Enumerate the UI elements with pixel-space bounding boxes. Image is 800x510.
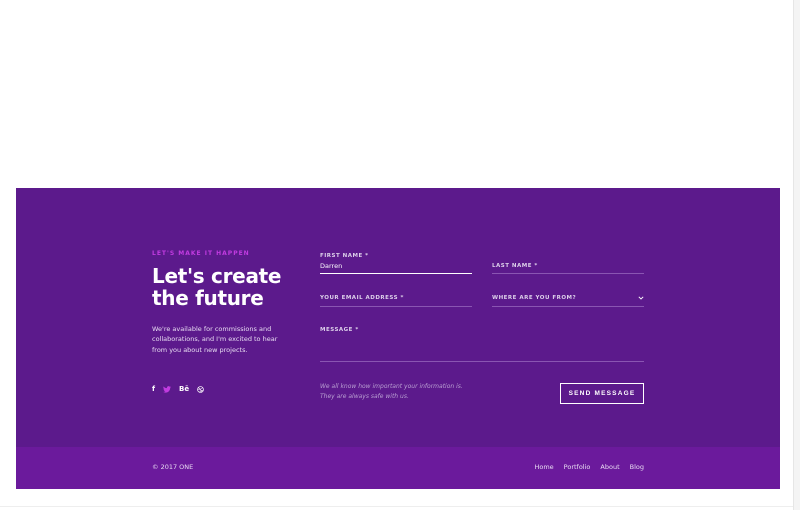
page-divider xyxy=(0,506,793,507)
footer-link-blog[interactable]: Blog xyxy=(630,463,644,471)
first-name-label: FIRST NAME * xyxy=(320,253,369,259)
first-name-input[interactable]: Darren xyxy=(320,262,342,270)
facebook-icon[interactable]: f xyxy=(152,384,155,394)
chevron-down-icon[interactable] xyxy=(637,294,645,302)
intro-text: We're available for commissions and coll… xyxy=(152,325,278,354)
email-input[interactable] xyxy=(320,306,472,307)
last-name-input[interactable] xyxy=(492,273,644,274)
twitter-icon[interactable] xyxy=(163,384,172,394)
footer-nav: Home Portfolio About Blog xyxy=(524,463,644,471)
last-name-label[interactable]: LAST NAME * xyxy=(492,263,538,269)
send-message-button[interactable]: SEND MESSAGE xyxy=(560,383,644,404)
scrollbar[interactable] xyxy=(793,0,800,510)
email-label[interactable]: YOUR EMAIL ADDRESS * xyxy=(320,295,404,301)
message-label[interactable]: MESSAGE * xyxy=(320,327,359,333)
site-footer: © 2017 ONE Home Portfolio About Blog xyxy=(16,447,780,489)
first-name-underline xyxy=(320,273,472,274)
country-select[interactable] xyxy=(492,306,644,307)
footer-link-about[interactable]: About xyxy=(600,463,619,471)
footer-link-portfolio[interactable]: Portfolio xyxy=(564,463,591,471)
copyright-text: © 2017 ONE xyxy=(152,463,194,471)
behance-icon[interactable]: Bē xyxy=(179,384,189,394)
social-links: f Bē xyxy=(152,384,212,394)
section-eyebrow: LET'S MAKE IT HAPPEN xyxy=(152,250,250,257)
country-select-label[interactable]: WHERE ARE YOU FROM? xyxy=(492,295,576,301)
section-headline: Let's create the future xyxy=(152,264,282,310)
message-textarea[interactable] xyxy=(320,361,644,362)
dribbble-icon[interactable] xyxy=(197,384,204,394)
contact-section: LET'S MAKE IT HAPPEN Let's create the fu… xyxy=(16,188,780,447)
privacy-note: We all know how important your informati… xyxy=(320,383,463,400)
footer-link-home[interactable]: Home xyxy=(534,463,553,471)
